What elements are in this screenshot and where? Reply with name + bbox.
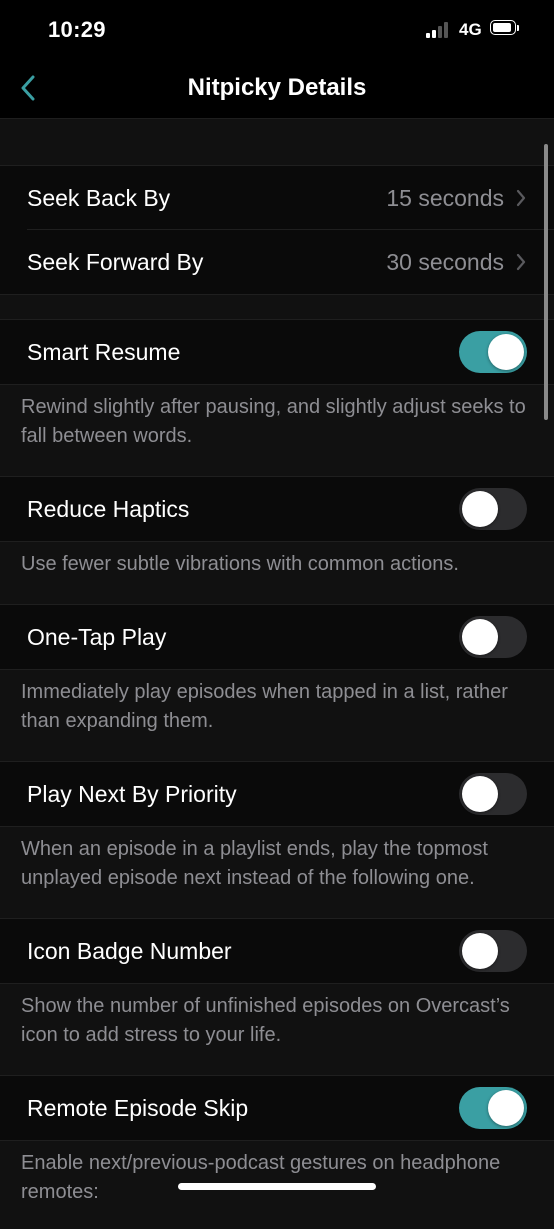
icon-badge-number-toggle[interactable]: [459, 930, 527, 972]
section-spacer: [0, 295, 554, 319]
seek-forward-row[interactable]: Seek Forward By 30 seconds: [0, 230, 554, 295]
setting-row-reduce-haptics: Reduce Haptics: [0, 476, 554, 542]
one-tap-play-toggle[interactable]: [459, 616, 527, 658]
section-spacer: [0, 119, 554, 165]
setting-row-icon-badge-number: Icon Badge Number: [0, 918, 554, 984]
setting-description: Show the number of unfinished episodes o…: [0, 984, 554, 1075]
network-type: 4G: [459, 20, 482, 39]
setting-row-remote-episode-skip: Remote Episode Skip: [0, 1075, 554, 1141]
setting-description: Immediately play episodes when tapped in…: [0, 670, 554, 761]
settings-list: Seek Back By 15 seconds Seek Forward By …: [0, 119, 554, 1229]
setting-description: Use fewer subtle vibrations with common …: [0, 542, 554, 604]
status-time: 10:29: [48, 17, 106, 42]
reduce-haptics-toggle[interactable]: [459, 488, 527, 530]
seek-forward-label: Seek Forward By: [27, 248, 204, 275]
setting-description: When an episode in a playlist ends, play…: [0, 827, 554, 918]
setting-label: Smart Resume: [27, 338, 181, 365]
play-next-by-priority-toggle[interactable]: [459, 773, 527, 815]
setting-row-smart-resume: Smart Resume: [0, 319, 554, 385]
status-bar: 10:29 4G: [0, 0, 554, 60]
setting-description: Rewind slightly after pausing, and sligh…: [0, 385, 554, 476]
page-title: Nitpicky Details: [187, 74, 367, 101]
smart-resume-toggle[interactable]: [459, 331, 527, 373]
setting-row-play-next-by-priority: Play Next By Priority: [0, 761, 554, 827]
battery-icon: [490, 20, 520, 37]
chevron-right-icon: [516, 253, 526, 271]
nav-bar: Nitpicky Details: [0, 60, 554, 119]
cellular-signal-icon: [426, 22, 452, 38]
seek-back-value: 15 seconds: [386, 184, 504, 211]
setting-row-one-tap-play: One-Tap Play: [0, 604, 554, 670]
scroll-indicator[interactable]: [544, 144, 548, 420]
setting-label: Remote Episode Skip: [27, 1094, 249, 1121]
home-indicator[interactable]: [178, 1183, 376, 1190]
setting-label: Reduce Haptics: [27, 495, 190, 522]
setting-label: Play Next By Priority: [27, 780, 237, 807]
setting-label: Icon Badge Number: [27, 937, 232, 964]
chevron-right-icon: [516, 189, 526, 207]
seek-back-row[interactable]: Seek Back By 15 seconds: [0, 165, 554, 230]
remote-episode-skip-toggle[interactable]: [459, 1087, 527, 1129]
setting-label: One-Tap Play: [27, 623, 167, 650]
seek-forward-value: 30 seconds: [386, 248, 504, 275]
seek-back-label: Seek Back By: [27, 184, 171, 211]
